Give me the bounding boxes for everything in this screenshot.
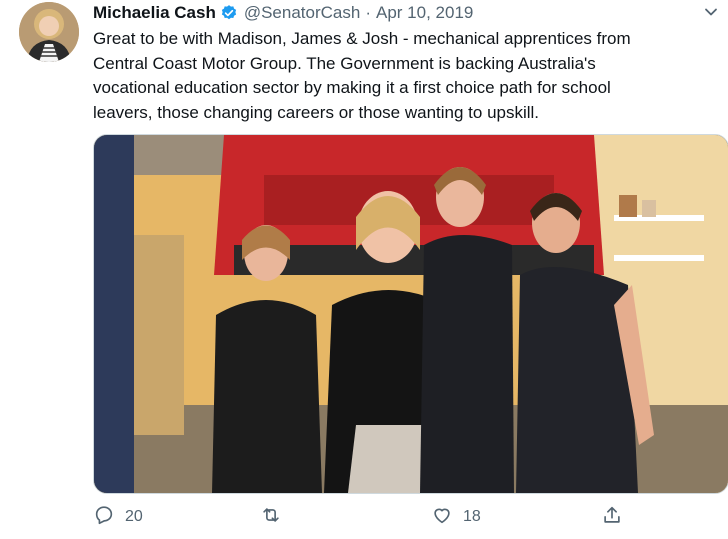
chevron-down-icon[interactable] — [703, 4, 719, 20]
tweet-text-line: Central Coast Motor Group. The Governmen… — [93, 53, 596, 73]
retweet-icon — [260, 504, 282, 531]
tweet-text: Great to be with Madison, James & Josh -… — [93, 27, 718, 125]
tweet-text-line: vocational education sector by making it… — [93, 78, 611, 97]
author-avatar[interactable] — [19, 2, 79, 62]
tweet-text-line: Great to be with Madison, James & Josh -… — [93, 29, 631, 48]
author-handle[interactable]: @SenatorCash — [244, 3, 361, 23]
reply-button[interactable]: 20 — [93, 500, 143, 534]
share-icon — [601, 504, 623, 531]
tweet-header: Michaelia Cash @SenatorCash · Apr 10, 20… — [93, 2, 473, 24]
separator-dot: · — [365, 3, 371, 22]
author-name[interactable]: Michaelia Cash — [93, 3, 216, 23]
tweet-text-line: leavers, those changing careers or those… — [93, 102, 540, 122]
tweet-actions: 20 18 — [93, 500, 727, 534]
reply-count: 20 — [125, 508, 143, 525]
like-count: 18 — [463, 508, 481, 525]
reply-icon — [93, 504, 115, 531]
tweet-date[interactable]: Apr 10, 2019 — [376, 3, 473, 23]
verified-badge-icon — [220, 4, 238, 22]
share-button[interactable] — [601, 500, 623, 534]
tweet-photo[interactable] — [93, 134, 728, 494]
like-button[interactable]: 18 — [431, 500, 481, 534]
retweet-button[interactable] — [260, 500, 292, 534]
heart-icon — [431, 504, 453, 531]
